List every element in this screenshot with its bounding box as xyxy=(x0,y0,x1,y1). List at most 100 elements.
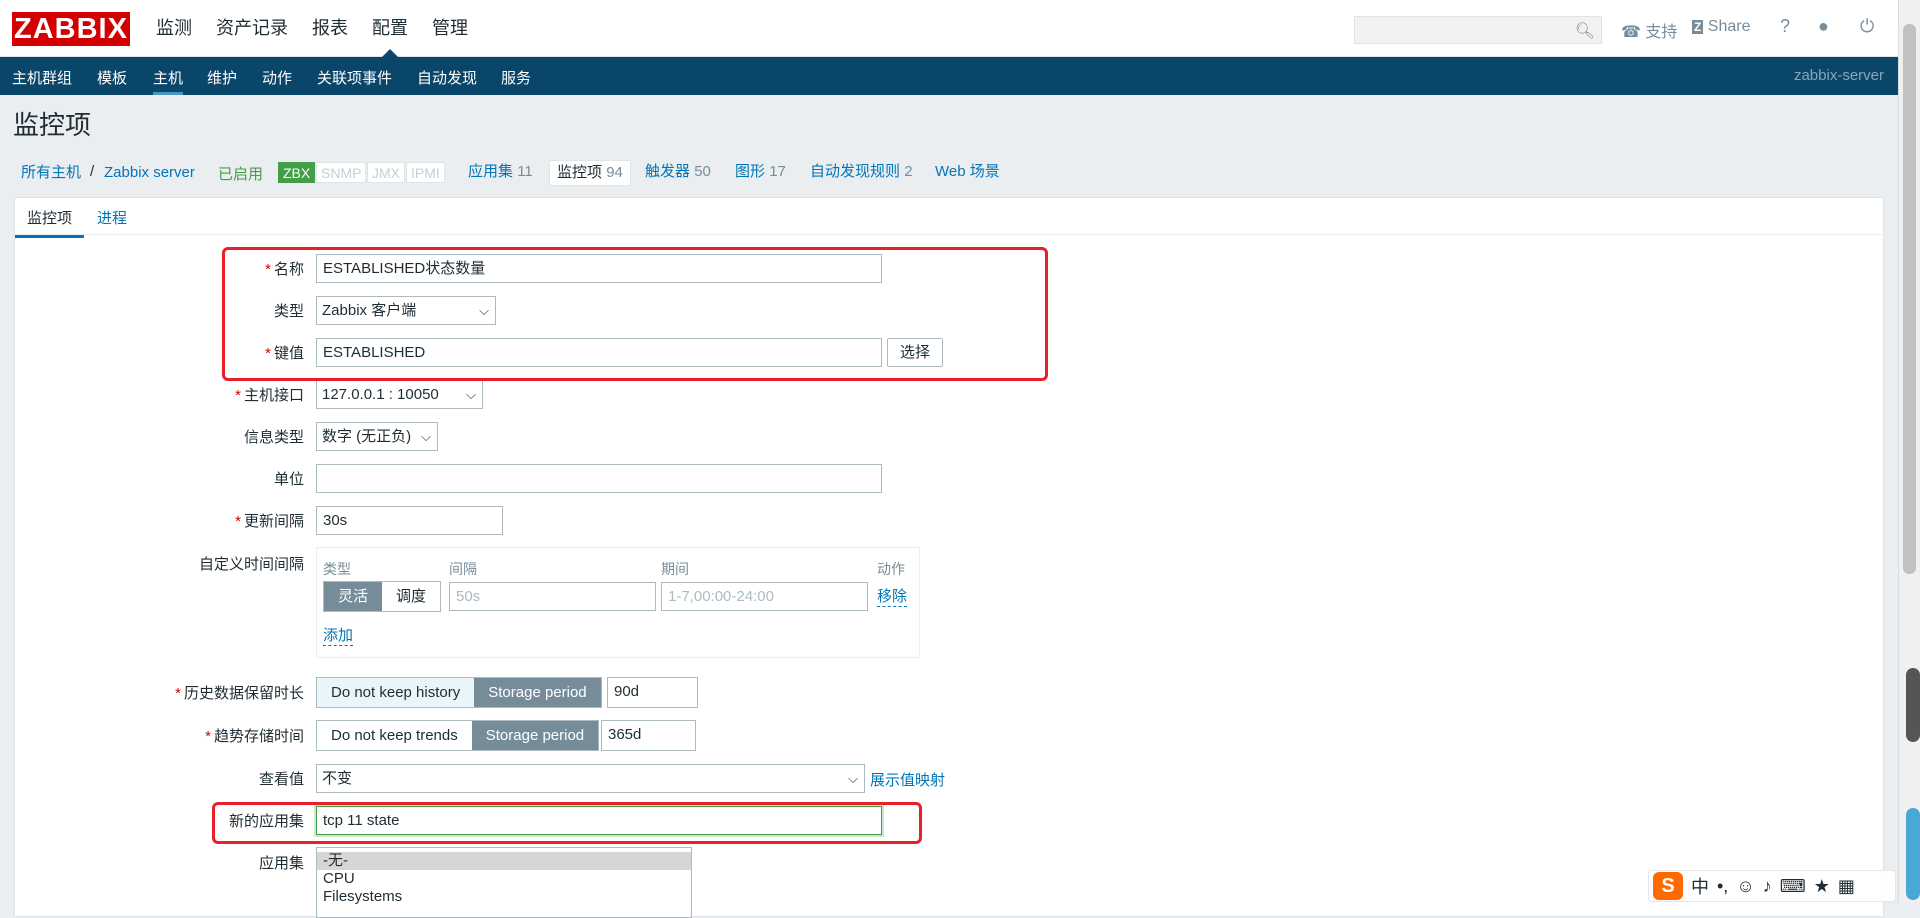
interval-label: * 更新间隔 xyxy=(235,513,304,530)
history-toggle: Do not keep history Storage period xyxy=(316,677,602,708)
side-widget-bar[interactable] xyxy=(1906,808,1920,900)
trends-value-input[interactable]: 365d xyxy=(601,720,696,751)
zabbix-logo[interactable]: ZABBIX xyxy=(12,12,130,46)
sub-navigation: 主机群组 模板 主机 维护 动作 关联项事件 自动发现 服务 zabbix-se… xyxy=(0,57,1898,95)
breadcrumb-separator: / xyxy=(90,163,95,180)
subnav-actions[interactable]: 动作 xyxy=(262,67,292,88)
menu-configuration[interactable]: 配置 xyxy=(372,0,408,57)
menu-reports[interactable]: 报表 xyxy=(312,0,348,57)
share-link[interactable]: Z Share xyxy=(1692,18,1751,36)
interface-label: * 主机接口 xyxy=(235,387,304,404)
breadcrumb-host[interactable]: Zabbix server xyxy=(104,163,195,183)
history-value-input[interactable]: 90d xyxy=(607,677,698,708)
form-tab-preprocessing[interactable]: 进程 xyxy=(97,207,127,228)
subnav-templates[interactable]: 模板 xyxy=(97,67,127,88)
custom-interval-input[interactable]: 50s xyxy=(449,582,656,611)
scrollbar-thumb[interactable] xyxy=(1903,24,1916,574)
custom-intervals-label: 自定义时间间隔 xyxy=(198,556,304,573)
history-do-not-keep[interactable]: Do not keep history xyxy=(317,678,475,707)
chinese-mode-icon[interactable]: 中 xyxy=(1691,873,1709,899)
host-status[interactable]: 已启用 xyxy=(218,163,263,184)
menu-monitoring[interactable]: 监测 xyxy=(156,0,192,57)
trends-storage-period[interactable]: Storage period xyxy=(471,721,599,750)
vertical-scrollbar[interactable] xyxy=(1898,0,1920,903)
tab-web-scenarios[interactable]: Web 场景 xyxy=(928,160,1007,184)
keyboard-icon[interactable]: ⌨︎ xyxy=(1780,876,1806,897)
custom-type-flexible[interactable]: 灵活 xyxy=(324,582,383,611)
availability-zbx: ZBX xyxy=(278,162,316,183)
show-value-mappings-link[interactable]: 展示值映射 xyxy=(870,769,945,790)
custom-intervals-table: 类型 间隔 期间 动作 灵活 调度 50s 1-7,00:00-24:00 移除… xyxy=(316,547,920,658)
toolbox-icon[interactable]: ▦ xyxy=(1838,876,1855,897)
availability-snmp: SNMP xyxy=(316,162,367,183)
custom-type-scheduling[interactable]: 调度 xyxy=(382,582,441,611)
server-name: zabbix-server xyxy=(1793,67,1884,84)
history-storage-period[interactable]: Storage period xyxy=(474,678,601,707)
menu-administration[interactable]: 管理 xyxy=(432,0,468,57)
interface-select[interactable]: 127.0.0.1 : 10050 ⌵︎ xyxy=(316,380,483,409)
custom-add-link[interactable]: 添加 xyxy=(323,627,354,646)
trends-toggle: Do not keep trends Storage period xyxy=(316,720,600,751)
info-type-label: 信息类型 xyxy=(243,429,304,446)
main-menu: 监测 资产记录 报表 配置 管理 xyxy=(156,0,492,57)
valuemap-label: 查看值 xyxy=(258,771,304,788)
units-input[interactable] xyxy=(316,464,882,493)
custom-header-period: 期间 xyxy=(661,561,689,577)
punctuation-icon[interactable]: •, xyxy=(1717,876,1728,897)
custom-period-input[interactable]: 1-7,00:00-24:00 xyxy=(661,582,868,611)
breadcrumb-all-hosts[interactable]: 所有主机 xyxy=(21,163,81,183)
tab-triggers[interactable]: 触发器 50 xyxy=(638,160,718,184)
logout-icon[interactable]: ⏻ xyxy=(1860,16,1874,37)
chevron-down-icon: ⌵︎ xyxy=(466,387,476,402)
subnav-maintenance[interactable]: 维护 xyxy=(207,67,237,88)
applications-label: 应用集 xyxy=(258,855,304,872)
chevron-down-icon: ⌵︎ xyxy=(848,771,858,786)
side-widget-handle[interactable] xyxy=(1906,668,1920,742)
custom-type-toggle: 灵活 调度 xyxy=(323,581,442,612)
custom-header-type: 类型 xyxy=(323,561,351,577)
tab-graphs[interactable]: 图形 17 xyxy=(728,160,793,184)
highlight-box-new-application xyxy=(212,802,922,844)
search-icon[interactable]: 🔍︎ xyxy=(1575,21,1595,41)
user-profile-icon[interactable]: ● xyxy=(1818,16,1829,37)
highlight-box-name-type-key xyxy=(222,247,1048,381)
form-tab-item[interactable]: 监控项 xyxy=(15,207,85,238)
sogou-logo-icon[interactable]: S xyxy=(1653,872,1683,900)
tab-applications[interactable]: 应用集 11 xyxy=(461,160,540,184)
trends-label: * 趋势存储时间 xyxy=(205,728,304,745)
custom-header-action: 动作 xyxy=(877,561,905,577)
voice-icon[interactable]: ♪︎ xyxy=(1763,876,1772,897)
form-tabs: 监控项 进程 xyxy=(15,198,1883,238)
history-label: * 历史数据保留时长 xyxy=(175,685,304,702)
page-title: 监控项 xyxy=(13,110,92,140)
chevron-down-icon: ⌵︎ xyxy=(421,429,431,444)
share-icon: Z xyxy=(1692,20,1704,34)
support-link[interactable]: ☎︎ 支持 xyxy=(1621,18,1677,42)
interval-input[interactable]: 30s xyxy=(316,506,503,535)
valuemap-select[interactable]: 不变 ⌵︎ xyxy=(316,764,865,793)
info-type-select[interactable]: 数字 (无正负) ⌵︎ xyxy=(316,422,438,451)
custom-remove-link[interactable]: 移除 xyxy=(877,588,908,607)
applications-listbox[interactable]: -无- CPU Filesystems xyxy=(316,847,692,918)
menu-inventory[interactable]: 资产记录 xyxy=(216,0,288,57)
subnav-event-correlation[interactable]: 关联项事件 xyxy=(317,67,392,88)
application-option[interactable]: -无- xyxy=(317,852,691,870)
subnav-host-groups[interactable]: 主机群组 xyxy=(12,67,72,88)
subnav-services[interactable]: 服务 xyxy=(501,67,531,88)
custom-header-interval: 间隔 xyxy=(449,561,477,577)
emoji-icon[interactable]: ☺︎ xyxy=(1736,876,1754,897)
tab-discovery-rules[interactable]: 自动发现规则 2 xyxy=(803,160,920,184)
units-label: 单位 xyxy=(273,471,304,488)
application-option[interactable]: CPU xyxy=(317,870,691,888)
trends-do-not-keep[interactable]: Do not keep trends xyxy=(317,721,472,750)
application-option[interactable]: Filesystems xyxy=(317,888,691,906)
availability-ipmi: IPMI xyxy=(406,162,445,183)
help-icon[interactable]: ? xyxy=(1780,16,1790,37)
headset-icon: ☎︎ xyxy=(1621,24,1641,41)
search-input[interactable]: 🔍︎ xyxy=(1354,16,1602,44)
tab-items[interactable]: 监控项 94 xyxy=(549,160,631,186)
subnav-discovery[interactable]: 自动发现 xyxy=(417,67,477,88)
skin-icon[interactable]: ★︎ xyxy=(1814,876,1830,897)
top-bar: ZABBIX 监测 资产记录 报表 配置 管理 🔍︎ ☎︎ 支持 Z Share… xyxy=(0,0,1898,57)
subnav-hosts[interactable]: 主机 xyxy=(153,67,184,95)
